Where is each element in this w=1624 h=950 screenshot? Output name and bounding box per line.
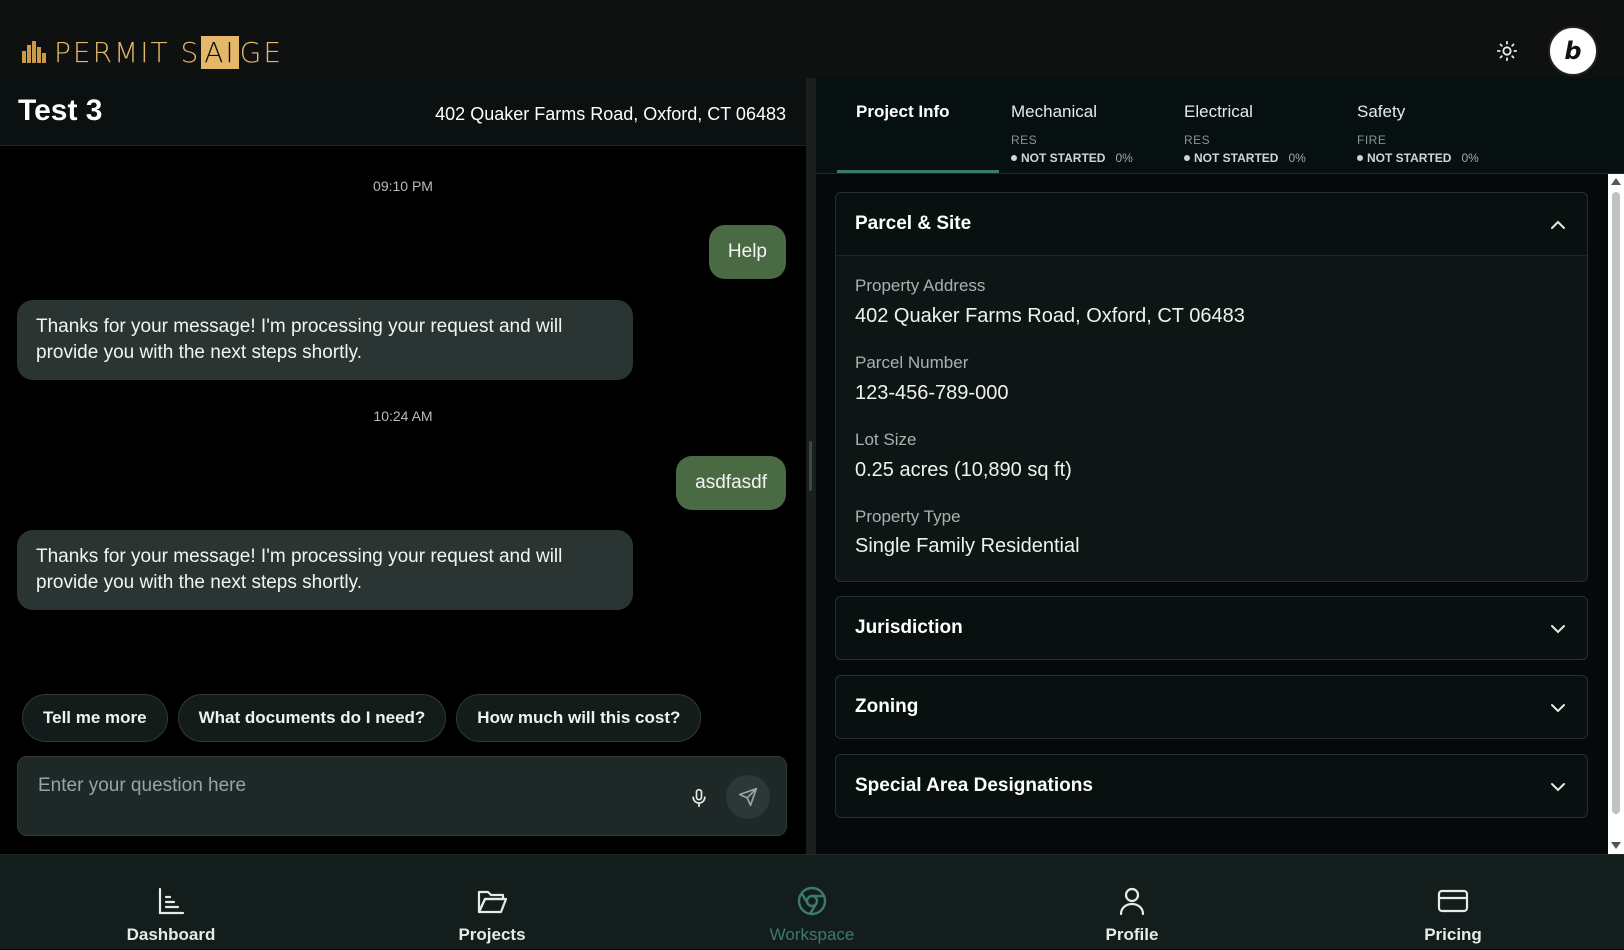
section-title: Jurisdiction xyxy=(855,617,963,638)
top-bar: PERMIT S AI GE b xyxy=(0,0,1624,78)
tab-label: Safety xyxy=(1357,102,1406,121)
tab-category: RES xyxy=(1184,133,1211,147)
field-value: Single Family Residential xyxy=(855,535,1080,557)
sun-icon xyxy=(1496,40,1518,62)
project-info-panel: Project Info Mechanical RES NOT STARTED 0… xyxy=(816,78,1624,854)
bottom-nav: Dashboard Projects Workspace Profile Pri… xyxy=(0,854,1624,949)
field-value: 123-456-789-000 xyxy=(855,382,1009,404)
suggestion-chip[interactable]: Tell me more xyxy=(22,694,168,742)
chevron-down-icon xyxy=(1551,783,1565,792)
section-title: Zoning xyxy=(855,696,919,717)
section-title: Special Area Designations xyxy=(855,775,1093,796)
app-logo[interactable]: PERMIT S AI GE xyxy=(22,35,284,69)
bot-message: Thanks for your message! I'm processing … xyxy=(17,530,633,610)
user-message: asdfasdf xyxy=(676,456,786,510)
panel-resize-divider[interactable] xyxy=(806,78,816,854)
user-icon xyxy=(1119,887,1145,916)
tab-status: NOT STARTED 0% xyxy=(1357,151,1479,165)
tab-label: Project Info xyxy=(856,102,950,121)
building-logo-icon xyxy=(22,41,50,63)
tab-electrical[interactable]: Electrical RES NOT STARTED 0% xyxy=(1184,78,1344,173)
chat-input-box xyxy=(17,756,787,836)
section-title: Parcel & Site xyxy=(855,213,972,234)
field-label: Lot Size xyxy=(855,430,917,449)
bot-message: Thanks for your message! I'm processing … xyxy=(17,300,633,380)
chat-header: Test 3 402 Quaker Farms Road, Oxford, CT… xyxy=(0,78,806,146)
field-label: Property Type xyxy=(855,507,961,526)
field-label: Parcel Number xyxy=(855,353,969,372)
nav-label: Workspace xyxy=(769,925,855,944)
section-parcel-site[interactable]: Parcel & Site Property Address 402 Quake… xyxy=(835,192,1588,582)
scroll-thumb[interactable] xyxy=(1612,192,1620,814)
theme-toggle-button[interactable] xyxy=(1494,38,1520,64)
nav-projects[interactable]: Projects xyxy=(412,855,572,950)
chevron-down-icon xyxy=(1551,704,1565,713)
section-zoning[interactable]: Zoning xyxy=(835,675,1588,739)
tab-bar: Project Info Mechanical RES NOT STARTED 0… xyxy=(816,78,1624,174)
nav-label: Dashboard xyxy=(126,925,216,944)
message-timestamp: 10:24 AM xyxy=(373,408,433,424)
status-dot-icon xyxy=(1011,155,1017,161)
suggestion-chip[interactable]: What documents do I need? xyxy=(177,694,447,742)
section-special-area-designations[interactable]: Special Area Designations xyxy=(835,754,1588,818)
tab-mechanical[interactable]: Mechanical RES NOT STARTED 0% xyxy=(1011,78,1171,173)
field-value: 0.25 acres (10,890 sq ft) xyxy=(855,459,1072,481)
chevron-down-icon xyxy=(1551,625,1565,634)
tab-category: RES xyxy=(1011,133,1038,147)
workspace-icon xyxy=(797,886,827,916)
avatar[interactable]: b xyxy=(1548,26,1598,76)
project-title: Test 3 xyxy=(18,94,103,127)
chevron-up-icon xyxy=(1551,220,1565,229)
microphone-icon xyxy=(692,788,706,808)
scroll-down-arrow-icon[interactable] xyxy=(1611,842,1621,849)
send-button[interactable] xyxy=(726,775,770,819)
chart-icon xyxy=(158,887,185,915)
nav-label: Projects xyxy=(458,925,526,944)
nav-dashboard[interactable]: Dashboard xyxy=(91,855,251,950)
status-dot-icon xyxy=(1184,155,1190,161)
logo-text: PERMIT S AI GE xyxy=(54,35,284,69)
section-jurisdiction[interactable]: Jurisdiction xyxy=(835,596,1588,660)
suggestion-chips: Tell me more What documents do I need? H… xyxy=(22,694,702,742)
user-message: Help xyxy=(708,225,786,279)
project-address: 402 Quaker Farms Road, Oxford, CT 06483 xyxy=(435,104,786,124)
tab-project-info[interactable]: Project Info xyxy=(837,78,999,173)
suggestion-chip[interactable]: How much will this cost? xyxy=(456,694,702,742)
resize-handle[interactable] xyxy=(809,441,812,491)
field-label: Property Address xyxy=(855,276,986,295)
tab-label: Electrical xyxy=(1184,102,1253,121)
nav-pricing[interactable]: Pricing xyxy=(1373,855,1533,950)
vertical-scrollbar[interactable] xyxy=(1608,174,1624,854)
tab-status: NOT STARTED 0% xyxy=(1011,151,1133,165)
chat-panel: Test 3 402 Quaker Farms Road, Oxford, CT… xyxy=(0,78,806,854)
tab-label: Mechanical xyxy=(1011,102,1097,121)
section-body: Property Address 402 Quaker Farms Road, … xyxy=(836,255,1587,581)
microphone-button[interactable] xyxy=(686,783,712,813)
question-input[interactable] xyxy=(38,771,658,801)
tab-category: FIRE xyxy=(1357,133,1387,147)
nav-workspace[interactable]: Workspace xyxy=(732,855,892,950)
status-dot-icon xyxy=(1357,155,1363,161)
nav-profile[interactable]: Profile xyxy=(1052,855,1212,950)
card-icon xyxy=(1437,889,1469,913)
folder-icon xyxy=(477,890,508,914)
send-icon xyxy=(738,787,758,807)
scroll-up-arrow-icon[interactable] xyxy=(1611,178,1621,185)
nav-label: Profile xyxy=(1105,925,1159,944)
message-timestamp: 09:10 PM xyxy=(373,178,433,194)
field-value: 402 Quaker Farms Road, Oxford, CT 06483 xyxy=(855,305,1245,327)
sections-scroll-area: Parcel & Site Property Address 402 Quake… xyxy=(816,174,1608,854)
tab-status: NOT STARTED 0% xyxy=(1184,151,1306,165)
tab-safety[interactable]: Safety FIRE NOT STARTED 0% xyxy=(1357,78,1517,173)
nav-label: Pricing xyxy=(1424,925,1482,944)
